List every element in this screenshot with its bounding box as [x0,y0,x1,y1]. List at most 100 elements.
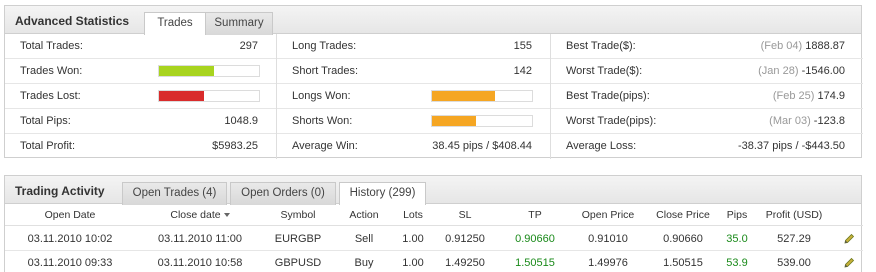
stat-date: (Jan 28) [758,65,799,77]
column-header-sl[interactable]: SL [435,204,495,226]
stat-date: (Feb 25) [772,90,815,102]
cell-action: Sell [354,233,374,245]
stat-total-profit: Total Profit: $5983.25 [5,134,276,159]
cell-close-date: 03.11.2010 11:00 [157,233,242,245]
advanced-statistics-panel: Advanced Statistics Trades Summary Total… [4,5,863,159]
stat-value-with-date: (Feb 25) 174.9 [773,84,845,109]
longs-won-bar [431,90,533,102]
cell-close-price: 1.50515 [663,257,703,269]
column-header-action[interactable]: Action [341,204,387,226]
stat-label: Long Trades: [292,40,357,52]
stat-date: (Mar 03) [769,115,811,127]
stat-value-with-date: (Feb 04) 1888.87 [761,34,845,59]
trades-lost-bar-fill [159,91,204,101]
stat-label: Worst Trade($): [566,65,643,77]
stat-best-trade-usd: Best Trade($): (Feb 04) 1888.87 [551,34,863,59]
stat-longs-won: Longs Won: [277,84,550,109]
stat-value-with-date: (Mar 03) -123.8 [769,109,845,134]
stat-value: 1888.87 [805,40,845,52]
cell-symbol: EURGBP [274,233,322,245]
stat-label: Total Profit: [20,140,76,152]
stat-label: Worst Trade(pips): [566,115,657,127]
shorts-won-bar-fill [432,116,476,126]
cell-pips: 35.0 [726,233,748,245]
cell-lots: 1.00 [402,257,424,269]
column-header-label: Close date [170,209,221,221]
stat-value: 1048.9 [224,115,258,127]
trading-activity-panel: Trading Activity Open Trades (4) Open Or… [4,175,863,272]
stats-column-direction: Long Trades: 155 Short Trades: 142 Longs… [277,34,550,159]
cell-open-price: 1.49976 [588,257,628,269]
tab-open-orders[interactable]: Open Orders (0) [230,182,336,205]
stat-long-trades: Long Trades: 155 [277,34,550,59]
cell-tp: 1.50515 [515,257,555,269]
column-header-lots[interactable]: Lots [395,204,431,226]
tab-trades[interactable]: Trades [144,12,206,35]
stat-label: Trades Won: [20,65,83,77]
stats-grid: Total Trades: 297 Trades Won: Trades Los… [5,34,863,159]
stat-average-loss: Average Loss: -38.37 pips / -$443.50 [551,134,863,159]
stat-value: 142 [513,65,532,77]
trades-won-bar [158,65,260,77]
tab-summary[interactable]: Summary [205,12,273,35]
stat-average-win: Average Win: 38.45 pips / $408.44 [277,134,550,159]
stats-column-extremes: Best Trade($): (Feb 04) 1888.87 Worst Tr… [551,34,863,159]
stat-value: 155 [513,40,532,52]
stat-value: -38.37 pips / -$443.50 [737,140,845,152]
stat-shorts-won: Shorts Won: [277,109,550,134]
stat-label: Total Pips: [20,115,71,127]
stat-total-pips: Total Pips: 1048.9 [5,109,276,134]
stat-best-trade-pips: Best Trade(pips): (Feb 25) 174.9 [551,84,863,109]
cell-close-date: 03.11.2010 10:58 [157,257,243,269]
history-table-header: Open Date Close date Symbol Action Lots … [5,204,863,226]
stat-label: Longs Won: [292,90,351,102]
cell-pips: 53.9 [726,257,748,269]
column-header-open-date[interactable]: Open Date [15,204,125,226]
stat-label: Average Win: [292,140,358,152]
pencil-edit-icon[interactable] [843,257,855,269]
cell-symbol: GBPUSD [274,257,322,269]
shorts-won-bar [431,115,533,127]
stat-total-trades: Total Trades: 297 [5,34,276,59]
cell-profit: 527.29 [777,233,811,245]
stat-value-with-date: (Jan 28) -1546.00 [758,59,845,84]
stat-value: 38.45 pips / $408.44 [432,140,532,152]
pencil-edit-icon[interactable] [843,233,855,245]
trading-panel-title: Trading Activity [15,184,105,198]
trades-lost-bar [158,90,260,102]
stat-worst-trade-pips: Worst Trade(pips): (Mar 03) -123.8 [551,109,863,134]
column-header-pips[interactable]: Pips [721,204,753,226]
sort-desc-icon [223,213,230,218]
column-header-close-date[interactable]: Close date [145,204,255,226]
stat-label: Best Trade(pips): [566,90,650,102]
stat-value: $5983.25 [212,140,258,152]
table-row: 03.11.2010 10:02 03.11.2010 11:00 EURGBP… [5,227,863,251]
stat-label: Total Trades: [20,40,83,52]
column-header-open-price[interactable]: Open Price [575,204,641,226]
stat-label: Shorts Won: [292,115,353,127]
cell-open-price: 0.91010 [588,233,628,245]
stat-label: Trades Lost: [20,90,81,102]
column-header-close-price[interactable]: Close Price [650,204,716,226]
stats-panel-header: Advanced Statistics Trades Summary [5,6,861,35]
stat-value: -123.8 [813,115,845,127]
cell-open-date: 03.11.2010 10:02 [27,233,113,245]
column-header-tp[interactable]: TP [505,204,565,226]
stat-trades-lost: Trades Lost: [5,84,276,109]
cell-action: Buy [354,257,374,269]
stat-date: (Feb 04) [760,40,803,52]
trades-won-bar-fill [159,66,214,76]
stat-value: -1546.00 [801,65,845,77]
stat-label: Average Loss: [566,140,637,152]
tab-open-trades[interactable]: Open Trades (4) [122,182,227,205]
tab-history[interactable]: History (299) [339,182,426,205]
cell-profit: 539.00 [777,257,811,269]
longs-won-bar-fill [432,91,495,101]
cell-lots: 1.00 [402,233,424,245]
column-header-symbol[interactable]: Symbol [267,204,329,226]
stat-short-trades: Short Trades: 142 [277,59,550,84]
cell-sl: 0.91250 [445,233,485,245]
column-header-profit[interactable]: Profit (USD) [759,204,829,226]
stat-value: 174.9 [817,90,845,102]
stats-panel-title: Advanced Statistics [15,14,130,28]
